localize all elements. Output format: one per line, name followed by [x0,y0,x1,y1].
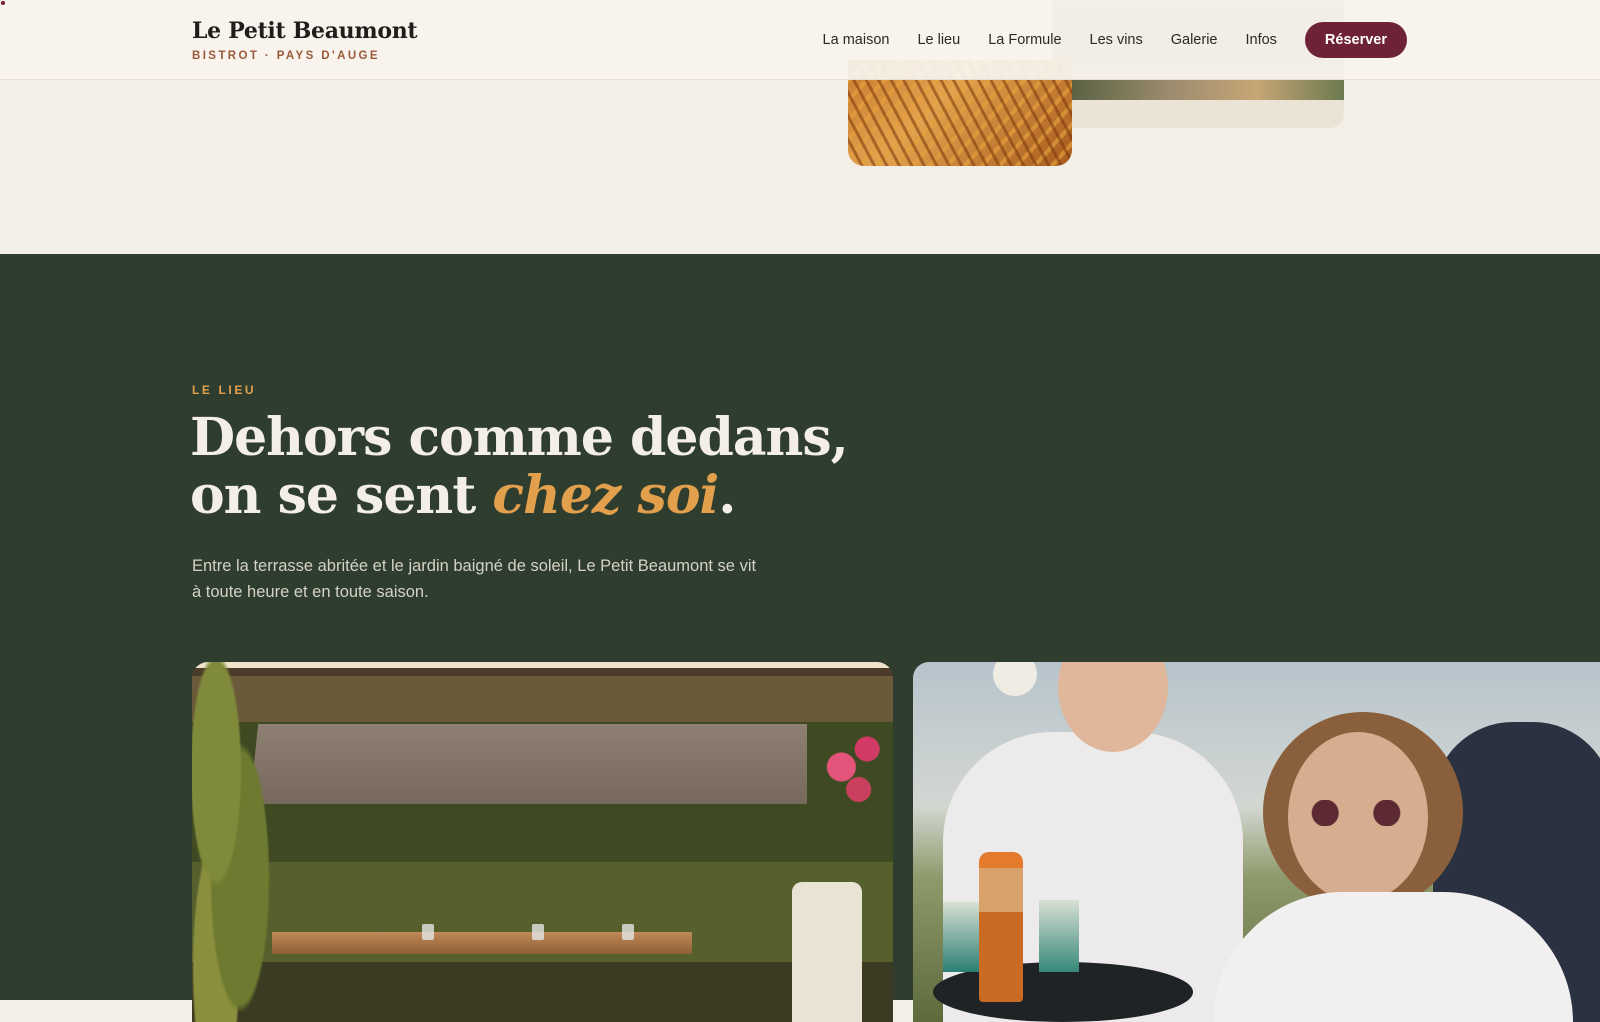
site-header: Le Petit Beaumont BISTROT · PAYS D'AUGE … [0,0,1600,80]
section-lead: Entre la terrasse abritée et le jardin b… [192,557,757,601]
terrace-chair [792,882,862,1022]
section-headline: Dehors comme dedans, on se sent chez soi. [190,407,849,526]
brand-title: Le Petit Beaumont [192,18,418,44]
lamp-globe [993,662,1037,696]
brand-subtitle: BISTROT · PAYS D'AUGE [192,50,380,62]
nav-item-la-maison[interactable]: La maison [823,32,890,48]
main-nav: La maison Le lieu La Formule Les vins Ga… [823,22,1407,58]
photo-card-backdrop [1052,100,1344,128]
terrace-foliage [192,662,272,1022]
drink-cup [943,902,979,972]
section-le-lieu: LE LIEU Dehors comme dedans, on se sent c… [0,254,1600,1022]
headline-line-1: Dehors comme dedans, [190,407,849,468]
terrace-photo [192,662,893,1022]
juice-bottle [979,852,1023,1002]
terrace-flowers [807,722,893,812]
terrace-glass [422,924,434,940]
headline-suffix: . [718,465,736,526]
terrace-sign [249,724,819,804]
terrace-glass [622,924,634,940]
headline-accent: chez soi [492,465,719,526]
corner-marker [1,1,5,5]
guests-photo [913,662,1600,1022]
terrace-glass [532,924,544,940]
nav-item-le-lieu[interactable]: Le lieu [917,32,960,48]
nav-item-galerie[interactable]: Galerie [1171,32,1218,48]
drink-cup [1039,900,1079,972]
brand-logo[interactable]: Le Petit Beaumont BISTROT · PAYS D'AUGE [192,18,418,62]
headline-line-2-prefix: on se sent [190,465,493,526]
nav-item-infos[interactable]: Infos [1245,32,1276,48]
section-eyebrow: LE LIEU [192,383,257,397]
nav-item-les-vins[interactable]: Les vins [1090,32,1143,48]
reserve-button[interactable]: Réserver [1304,22,1407,58]
nav-item-la-formule[interactable]: La Formule [988,32,1061,48]
sunglasses [1301,800,1411,826]
